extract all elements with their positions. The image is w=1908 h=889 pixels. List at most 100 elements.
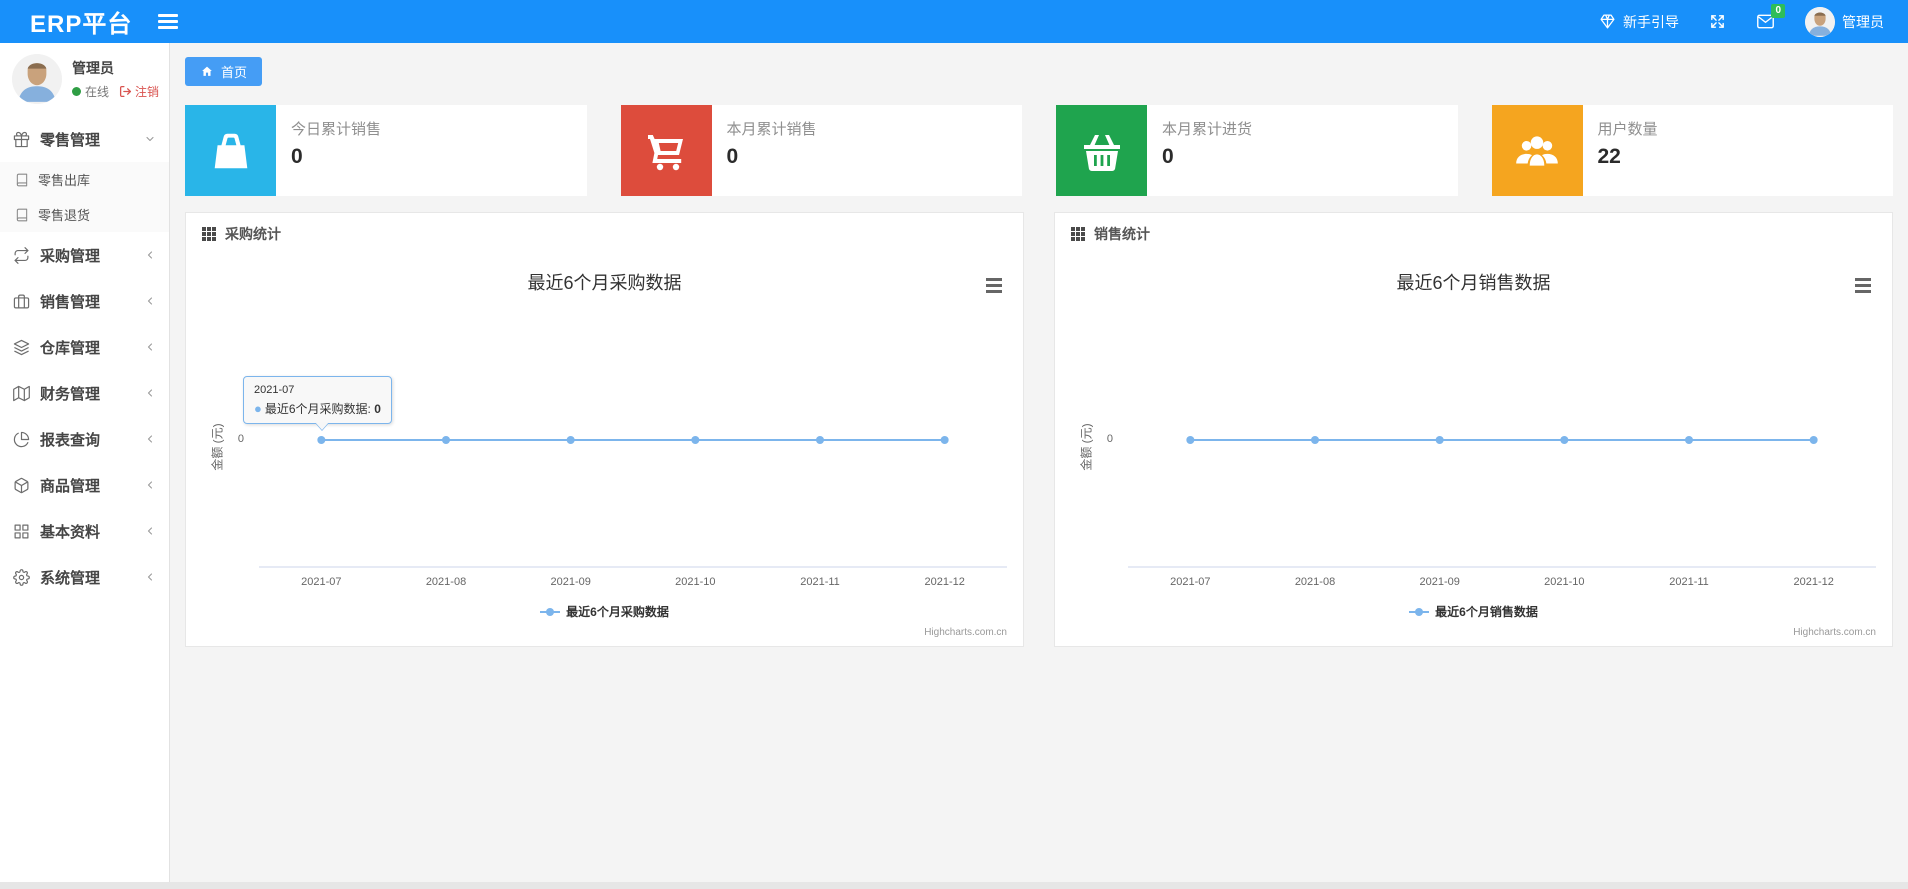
stat-card-value: 22 [1597,145,1621,168]
guide-label: 新手引导 [1623,13,1679,30]
svg-text:2021-11: 2021-11 [1669,576,1709,588]
sidebar-item-system[interactable]: 系统管理 [0,554,169,600]
chevron-left-icon [147,481,153,489]
tab-home-label: 首页 [221,65,248,80]
sidebar-user-panel: 管理员 在线 注销 [0,43,169,116]
svg-text:2021-10: 2021-10 [675,576,715,588]
legend-item[interactable]: 最近6个月采购数据 [186,603,1023,620]
sidebar-item-retail-outbound[interactable]: 零售出库 [0,162,169,197]
sidebar-item-label: 基本资料 [40,523,101,541]
chevron-left-icon [147,297,153,305]
highcharts-credit[interactable]: Highcharts.com.cn [1793,627,1876,638]
sidebar-menu: 零售管理 零售出库 零售退货 采购管理 销售管理 仓库管理 财务管理 报表查询 … [0,116,169,600]
online-status-icon [72,87,81,96]
stat-card-label: 用户数量 [1597,121,1658,138]
basket-icon [1083,134,1120,171]
navbar-avatar [1805,6,1835,37]
series-marker-icon: ● [254,401,262,416]
stat-card-label: 今日累计销售 [291,121,382,138]
svg-text:2021-08: 2021-08 [1295,576,1335,588]
stat-card-month-sales: 本月累计销售 0 [620,105,1022,196]
panel-title: 采购统计 [225,226,281,242]
sidebar-item-finance[interactable]: 财务管理 [0,370,169,416]
legend-marker-icon [1409,607,1430,616]
tooltip-series: 最近6个月采购数据: [264,402,375,416]
svg-text:2021-09: 2021-09 [1419,576,1459,588]
guide-button[interactable]: 新手引导 [1599,12,1679,32]
th-grid-icon [1071,227,1085,241]
highcharts-credit[interactable]: Highcharts.com.cn [924,627,1007,638]
home-icon [202,66,212,76]
stat-card-month-purchase: 本月累计进货 0 [1056,105,1458,196]
stat-card-value: 0 [291,145,303,168]
package-icon [14,477,29,493]
chevron-down-icon [146,136,154,142]
stat-card-user-count: 用户数量 22 [1491,105,1893,196]
sidebar-item-label: 财务管理 [40,385,101,403]
sign-out-icon [119,85,132,98]
sales-stats-panel: 销售统计 最近6个月销售数据 金额 (元) 0 2021-07 2021-08 20… [1054,212,1893,647]
map-icon [13,385,30,401]
sidebar-item-label: 报表查询 [40,431,101,449]
sidebar-item-basic-data[interactable]: 基本资料 [0,508,169,554]
stat-card-label: 本月累计销售 [726,121,817,138]
gift-icon [13,131,30,147]
sidebar-item-warehouse[interactable]: 仓库管理 [0,324,169,370]
retail-submenu: 零售出库 零售退货 [0,162,169,232]
online-status-label: 在线 [85,85,110,99]
bottom-edge [0,882,1908,889]
messages-button[interactable]: 0 [1756,4,1785,30]
sidebar-item-label: 采购管理 [40,247,101,265]
book-icon [16,173,28,186]
book-icon [16,208,28,221]
sidebar-item-retail-return[interactable]: 零售退货 [0,197,169,232]
legend-item[interactable]: 最近6个月销售数据 [1055,603,1892,620]
sidebar-item-label: 系统管理 [40,569,101,587]
svg-text:2021-08: 2021-08 [426,576,466,588]
legend-label: 最近6个月采购数据 [566,605,669,619]
sidebar: 管理员 在线 注销 零售管理 零售出库 零售退货 采购管理 销售管理 仓库管理 … [0,43,170,889]
grid-icon [14,524,29,538]
stat-card-label: 本月累计进货 [1162,121,1253,138]
users-icon [1516,135,1558,166]
sidebar-item-goods[interactable]: 商品管理 [0,462,169,508]
purchase-chart[interactable]: 最近6个月采购数据 金额 (元) 0 2021-07 2021-08 2021-09… [186,255,1023,647]
chevron-left-icon [147,343,153,351]
tooltip-value: 0 [374,402,381,416]
th-grid-icon [202,227,216,241]
stat-card-today-sales: 今日累计销售 0 [185,105,587,196]
submenu-item-label: 零售退货 [38,208,91,223]
sidebar-item-retail[interactable]: 零售管理 [0,116,169,162]
svg-text:2021-10: 2021-10 [1544,576,1584,588]
chevron-left-icon [147,435,153,443]
app-logo: ERP平台 [30,11,133,38]
svg-text:2021-12: 2021-12 [1793,576,1833,588]
sidebar-item-sales[interactable]: 销售管理 [0,278,169,324]
chevron-left-icon [147,251,153,259]
user-menu[interactable]: 管理员 [1805,6,1884,37]
navbar-username: 管理员 [1842,13,1884,30]
sidebar-toggle-icon[interactable] [158,11,179,33]
main-content: 首页 今日累计销售 0 本月累计销售 0 本月累计进货 0 用户数量 22 采购… [170,43,1908,889]
logout-button[interactable]: 注销 [119,83,159,100]
sales-chart[interactable]: 最近6个月销售数据 金额 (元) 0 2021-07 2021-08 2021-09… [1055,255,1892,647]
svg-text:2021-07: 2021-07 [1170,576,1210,588]
stat-card-value: 0 [1162,145,1174,168]
chevron-left-icon [147,389,153,397]
chevron-left-icon [147,527,153,535]
svg-text:2021-12: 2021-12 [924,576,964,588]
stat-card-value: 0 [726,145,739,168]
legend-label: 最近6个月销售数据 [1435,605,1538,619]
sidebar-item-label: 商品管理 [40,477,101,495]
repeat-icon [14,246,29,264]
tab-home[interactable]: 首页 [185,57,263,86]
legend-marker-icon [540,607,561,616]
top-navbar: ERP平台 新手引导 0 管理员 [0,0,1908,43]
briefcase-icon [13,294,30,308]
sidebar-item-reports[interactable]: 报表查询 [0,416,169,462]
sidebar-item-purchase[interactable]: 采购管理 [0,232,169,278]
svg-text:2021-11: 2021-11 [800,576,840,588]
fullscreen-button[interactable] [1709,13,1726,30]
sidebar-item-label: 零售管理 [40,131,101,149]
svg-text:2021-09: 2021-09 [550,576,590,588]
